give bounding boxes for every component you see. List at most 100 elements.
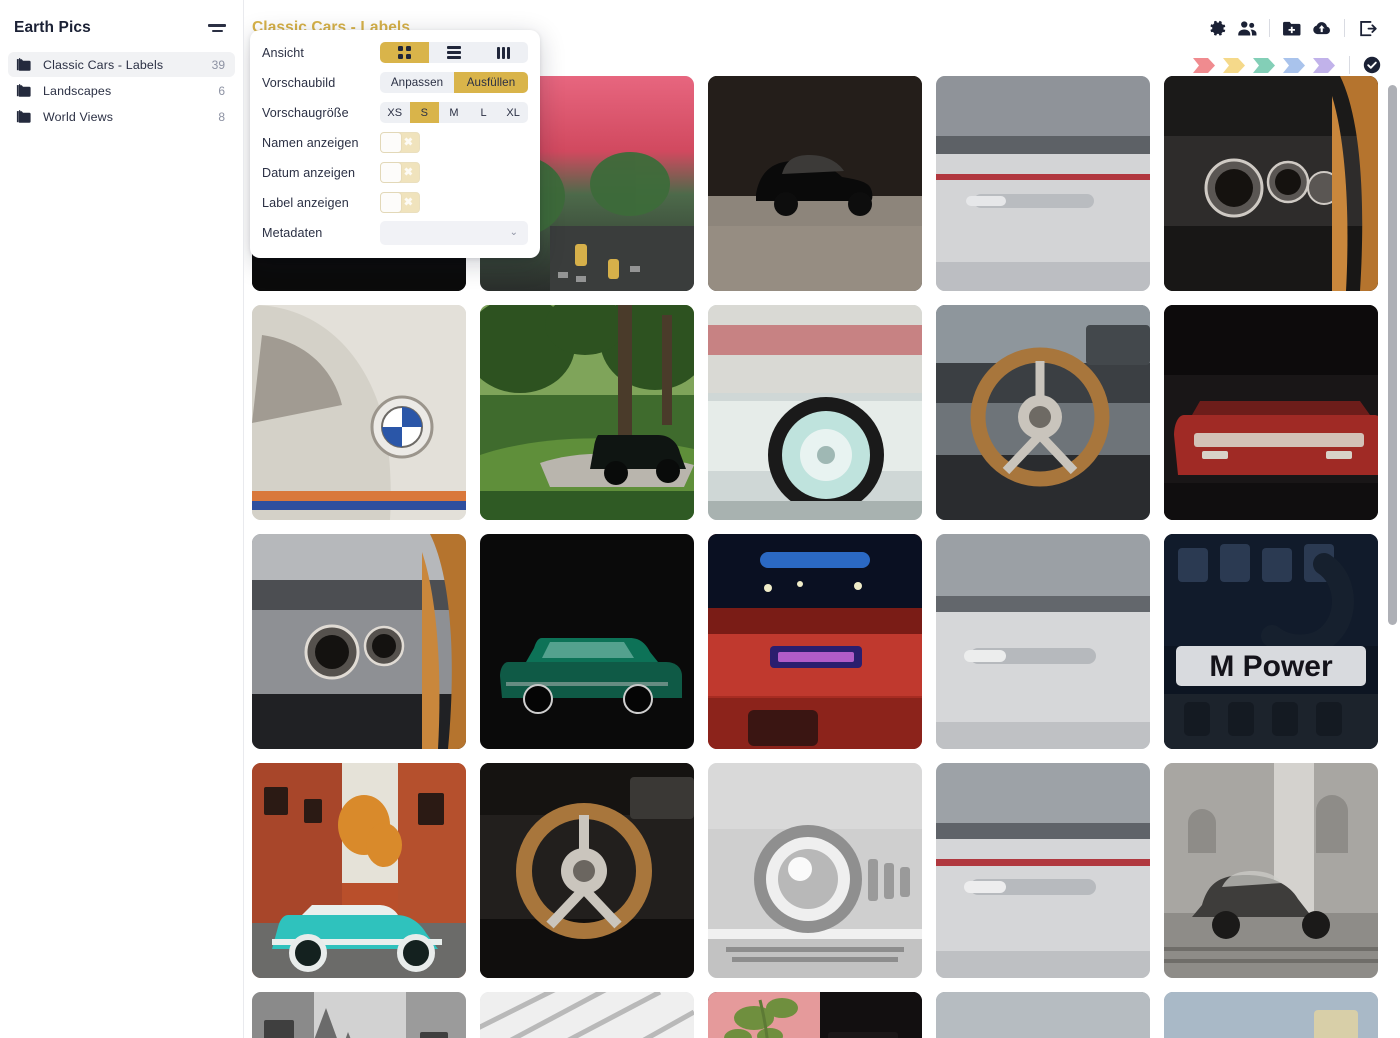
label-flag-blue[interactable] [1282, 57, 1307, 74]
view-mode-grid-option[interactable] [380, 42, 429, 63]
photo-classic-car-25[interactable] [1164, 992, 1378, 1038]
photo-classic-car-23[interactable] [708, 992, 922, 1038]
label-flag-green[interactable] [1252, 57, 1277, 74]
list-view-icon [447, 46, 461, 58]
photo-classic-car-10[interactable] [1164, 305, 1378, 520]
popover-row-vorschaugroesse: Vorschaugröße XS S M L XL [250, 98, 540, 127]
thumbnail-fill-option[interactable]: Ausfüllen [454, 72, 528, 93]
app-title: Earth Pics [14, 19, 199, 37]
sidebar-header: Earth Pics [0, 8, 243, 48]
grid-view-icon [398, 46, 411, 59]
filter-icon[interactable] [207, 18, 227, 38]
metadata-select[interactable]: ⌄ [380, 221, 528, 245]
sidebar-item-landscapes[interactable]: Landscapes 6 [8, 78, 235, 103]
toggle-knob [381, 163, 401, 182]
photo-classic-car-4[interactable] [936, 76, 1150, 291]
popover-row-namen-anzeigen: Namen anzeigen ✖ [250, 128, 540, 157]
toggle-knob [381, 133, 401, 152]
popover-label: Datum anzeigen [262, 166, 380, 180]
photo-classic-car-13[interactable] [708, 534, 922, 749]
view-options-popover: Ansicht Vorschaubild Anpassen [250, 30, 540, 258]
folder-icon [16, 83, 34, 99]
sidebar-item-count: 6 [218, 84, 225, 98]
toggle-knob [381, 193, 401, 212]
popover-label: Vorschaubild [262, 76, 380, 90]
view-mode-list-option[interactable] [429, 42, 478, 63]
photo-classic-car-6[interactable] [252, 305, 466, 520]
view-mode-columns-option[interactable] [479, 42, 528, 63]
sidebar-album-list: Classic Cars - Labels 39 Landscapes 6 Wo… [0, 52, 243, 129]
main-content: Classic Cars - Labels [244, 0, 1400, 1038]
photo-classic-car-9[interactable] [936, 305, 1150, 520]
size-option-m[interactable]: M [439, 102, 469, 123]
show-label-toggle[interactable]: ✖ [380, 192, 420, 213]
photo-classic-car-7[interactable] [480, 305, 694, 520]
photo-classic-car-12[interactable] [480, 534, 694, 749]
sidebar-item-label: Landscapes [43, 84, 209, 98]
sidebar-item-classic-cars-labels[interactable]: Classic Cars - Labels 39 [8, 52, 235, 77]
sidebar-item-world-views[interactable]: World Views 8 [8, 104, 235, 129]
label-flag-red[interactable] [1192, 57, 1217, 74]
size-option-l[interactable]: L [469, 102, 499, 123]
label-flag-purple[interactable] [1312, 57, 1337, 74]
photo-classic-car-24[interactable] [936, 992, 1150, 1038]
popover-label: Metadaten [262, 226, 380, 240]
label-flags [1192, 55, 1382, 75]
cloud-upload-icon[interactable] [1307, 13, 1337, 43]
thumbnail-fit-option[interactable]: Anpassen [380, 72, 454, 93]
sidebar-item-label: World Views [43, 110, 209, 124]
photo-classic-car-16[interactable] [252, 763, 466, 978]
photo-classic-car-15[interactable]: M Power [1164, 534, 1378, 749]
photo-classic-car-20[interactable] [1164, 763, 1378, 978]
popover-row-label-anzeigen: Label anzeigen ✖ [250, 188, 540, 217]
thumbnail-size-segmented-control: XS S M L XL [380, 102, 528, 123]
svg-text:M Power: M Power [1209, 650, 1333, 683]
close-icon: ✖ [404, 197, 413, 208]
sidebar-item-label: Classic Cars - Labels [43, 58, 203, 72]
folder-icon [16, 109, 34, 125]
popover-row-metadaten: Metadaten ⌄ [250, 218, 540, 247]
check-circle-icon[interactable] [1362, 55, 1382, 75]
folder-plus-icon[interactable] [1277, 13, 1307, 43]
sidebar: Earth Pics Classic Cars - Labels 39 Land… [0, 0, 244, 1038]
show-date-toggle[interactable]: ✖ [380, 162, 420, 183]
label-flag-yellow[interactable] [1222, 57, 1247, 74]
photo-classic-car-3[interactable] [708, 76, 922, 291]
popover-row-ansicht: Ansicht [250, 38, 540, 67]
popover-row-datum-anzeigen: Datum anzeigen ✖ [250, 158, 540, 187]
thumbnail-fit-segmented-control: Anpassen Ausfüllen [380, 72, 528, 93]
show-names-toggle[interactable]: ✖ [380, 132, 420, 153]
size-option-xs[interactable]: XS [380, 102, 410, 123]
divider [1344, 19, 1345, 37]
photo-classic-car-14[interactable] [936, 534, 1150, 749]
popover-label: Vorschaugröße [262, 106, 380, 120]
people-icon[interactable] [1232, 13, 1262, 43]
size-option-s[interactable]: S [410, 102, 440, 123]
vertical-scrollbar[interactable] [1388, 85, 1397, 625]
view-mode-segmented-control [380, 42, 528, 63]
photo-classic-car-17[interactable] [480, 763, 694, 978]
photo-classic-car-8[interactable] [708, 305, 922, 520]
photo-classic-car-19[interactable] [936, 763, 1150, 978]
gear-icon[interactable] [1202, 13, 1232, 43]
photo-classic-car-22[interactable] [480, 992, 694, 1038]
close-icon: ✖ [404, 167, 413, 178]
chevron-down-icon: ⌄ [510, 227, 518, 238]
divider [1269, 19, 1270, 37]
photo-classic-car-5[interactable] [1164, 76, 1378, 291]
folder-icon [16, 57, 34, 73]
share-export-icon[interactable] [1352, 13, 1382, 43]
close-icon: ✖ [404, 137, 413, 148]
photo-classic-car-11[interactable] [252, 534, 466, 749]
columns-view-icon [497, 47, 510, 59]
popover-row-vorschaubild: Vorschaubild Anpassen Ausfüllen [250, 68, 540, 97]
header-actions [1202, 13, 1382, 43]
popover-label: Label anzeigen [262, 196, 380, 210]
sidebar-item-count: 39 [212, 58, 225, 72]
sidebar-item-count: 8 [218, 110, 225, 124]
photo-classic-car-21[interactable] [252, 992, 466, 1038]
divider [1349, 56, 1350, 74]
size-option-xl[interactable]: XL [498, 102, 528, 123]
popover-label: Namen anzeigen [262, 136, 380, 150]
photo-classic-car-18[interactable] [708, 763, 922, 978]
